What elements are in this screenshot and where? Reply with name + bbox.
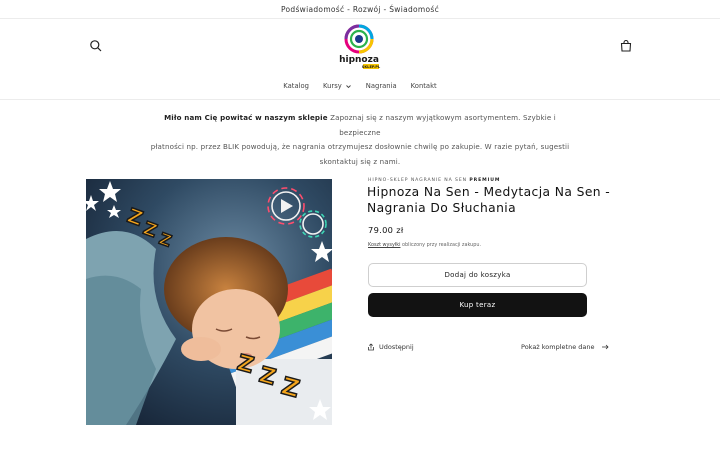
product-image[interactable]: Z Z Z Z Z Z (86, 179, 332, 425)
share-icon (368, 343, 374, 351)
store-logo[interactable]: hipnoza SKLEP.PL (336, 24, 382, 70)
welcome-line2: płatności np. przez BLIK powodują, że na… (150, 142, 570, 151)
nav-item-katalog[interactable]: Katalog (283, 82, 309, 90)
logo-wordmark: hipnoza (339, 55, 379, 65)
share-label: Udostępnij (379, 343, 414, 351)
site-header: hipnoza SKLEP.PL Katalog Kursy Nagrania … (0, 19, 720, 100)
chevron-down-icon (345, 84, 351, 88)
vendor-badge: PREMIUM (469, 178, 501, 183)
welcome-text: Miło nam Cię powitać w naszym sklepie Za… (150, 111, 570, 169)
nav-label: Kursy (322, 82, 342, 90)
full-details-link[interactable]: Pokaż kompletne dane (521, 343, 609, 351)
shipping-text: obliczony przy realizacji zakupu. (400, 242, 482, 248)
announcement-bar: Podświadomość - Rozwój - Świadomość (0, 0, 720, 19)
nav-item-kontakt[interactable]: Kontakt (411, 82, 437, 90)
announcement-text: Podświadomość - Rozwój - Świadomość (280, 4, 440, 14)
product-title: Hipnoza Na Sen - Medytacja Na Sen - Nagr… (367, 185, 611, 215)
search-icon[interactable] (88, 38, 104, 54)
nav-label: Katalog (283, 82, 309, 90)
nav-label: Nagrania (365, 82, 397, 90)
logo-subtext: SKLEP.PL (362, 65, 381, 69)
nav-item-kursy[interactable]: Kursy (323, 82, 352, 90)
product-vendor: HIPNO-SKLEP NAGRANIE NA SEN PREMIUM (368, 178, 500, 183)
arrow-right-icon (601, 344, 609, 350)
shipping-link[interactable]: Koszt wysyłki (368, 242, 400, 248)
add-to-cart-button[interactable]: Dodaj do koszyka (368, 263, 587, 287)
welcome-line1: Zapoznaj się z naszym wyjątkowym asortym… (327, 113, 556, 137)
full-details-label: Pokaż kompletne dane (521, 343, 595, 351)
vendor-text: HIPNO-SKLEP NAGRANIE NA SEN (368, 178, 467, 183)
main-nav: Katalog Kursy Nagrania Kontakt (0, 82, 720, 90)
share-button[interactable]: Udostępnij (367, 343, 414, 351)
shipping-note: Koszt wysyłki obliczony przy realizacji … (368, 242, 481, 248)
buy-now-button[interactable]: Kup teraz (368, 293, 587, 317)
nav-label: Kontakt (410, 82, 437, 90)
welcome-bold: Miło nam Cię powitać w naszym sklepie (164, 113, 328, 122)
cart-icon[interactable] (618, 38, 634, 54)
nav-item-nagrania[interactable]: Nagrania (366, 82, 397, 90)
product-price: 79.00 zł (368, 225, 404, 235)
welcome-line3: skontaktuj się z nami. (319, 156, 401, 166)
